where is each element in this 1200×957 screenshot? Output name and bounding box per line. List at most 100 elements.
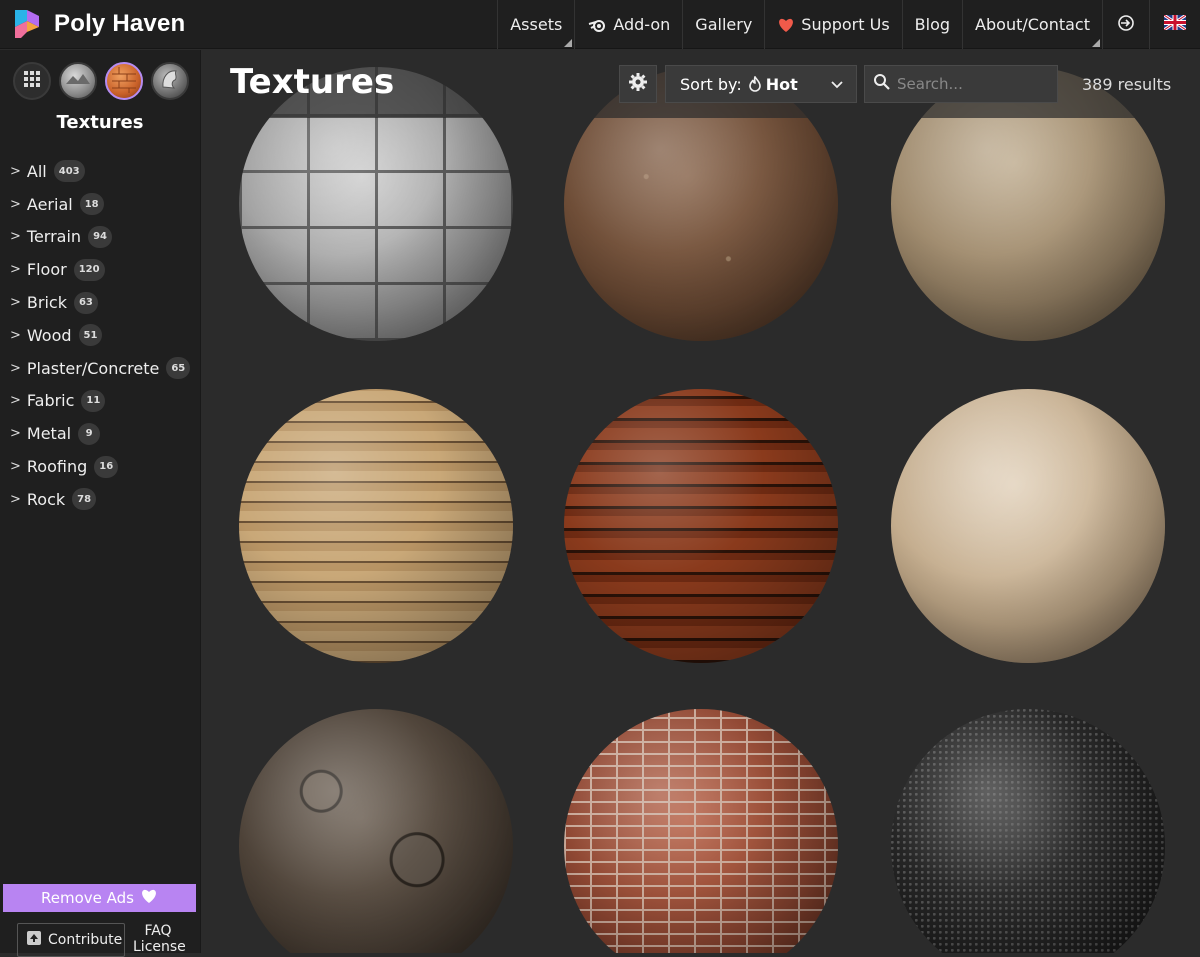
chevron-right-icon: >	[10, 426, 21, 442]
asset-type-selector	[0, 50, 200, 100]
category-label: Aerial	[26, 194, 73, 214]
category-count: 9	[78, 422, 101, 445]
chevron-right-icon: >	[10, 196, 21, 212]
nav-about[interactable]: About/Contact	[962, 0, 1102, 49]
grid-icon	[23, 70, 41, 92]
app-name: Poly Haven	[54, 10, 186, 37]
model-icon	[156, 65, 184, 97]
search-field	[864, 65, 1058, 103]
category-count: 94	[88, 225, 112, 248]
category-rock[interactable]: > Rock 78	[0, 483, 200, 516]
category-label: Rock	[26, 489, 66, 509]
remove-ads-button[interactable]: Remove Ads	[3, 884, 196, 912]
nav-assets-label: Assets	[510, 15, 563, 34]
category-count: 78	[72, 488, 97, 511]
texture-thumbnail-old-wood[interactable]	[239, 389, 513, 663]
hdri-icon	[63, 64, 93, 98]
upload-icon	[26, 930, 42, 950]
nav-gallery[interactable]: Gallery	[682, 0, 764, 49]
texture-thumbnail-dark-wood[interactable]	[564, 389, 838, 663]
category-label: All	[26, 161, 47, 181]
category-label: Roofing	[26, 457, 88, 477]
all-assets-button[interactable]	[13, 62, 51, 100]
sort-value: Hot	[765, 74, 798, 94]
sort-label: Sort by:	[680, 74, 742, 94]
search-input[interactable]	[897, 75, 1047, 93]
heart-icon	[140, 888, 158, 908]
category-plaster-concrete[interactable]: > Plaster/Concrete 65	[0, 352, 200, 385]
page-title: Textures	[230, 62, 395, 102]
remove-ads-label: Remove Ads	[41, 889, 134, 907]
category-floor[interactable]: > Floor 120	[0, 253, 200, 286]
main-nav: Assets Add-on Gallery Support Us Blog Ab…	[497, 0, 1200, 49]
category-fabric[interactable]: > Fabric 11	[0, 385, 200, 418]
uk-flag-icon	[1163, 13, 1187, 34]
contribute-button[interactable]: Contribute	[17, 923, 125, 957]
nav-assets[interactable]: Assets	[497, 0, 574, 49]
chevron-right-icon: >	[10, 393, 21, 409]
category-count: 403	[53, 160, 85, 183]
chevron-right-icon: >	[10, 459, 21, 475]
results-count: 389 results	[1082, 75, 1172, 94]
nav-about-label: About/Contact	[975, 15, 1090, 34]
category-label: Brick	[26, 293, 67, 313]
nav-blog[interactable]: Blog	[901, 0, 962, 49]
chevron-right-icon: >	[10, 229, 21, 245]
category-brick[interactable]: > Brick 63	[0, 286, 200, 319]
blender-icon	[587, 17, 607, 33]
texture-thumbnail-light-wood[interactable]	[891, 389, 1165, 663]
texture-thumbnail-red-brick[interactable]	[564, 709, 838, 953]
texture-thumbnail-black-gravel[interactable]	[891, 709, 1165, 953]
category-terrain[interactable]: > Terrain 94	[0, 221, 200, 254]
category-count: 18	[79, 193, 104, 216]
sidebar-title: Textures	[56, 112, 144, 133]
chevron-right-icon: >	[10, 327, 21, 343]
chevron-right-icon: >	[10, 360, 21, 376]
category-label: Metal	[26, 424, 72, 444]
sort-dropdown[interactable]: Sort by: Hot	[665, 65, 857, 103]
language-button[interactable]	[1149, 0, 1200, 49]
texture-thumbnail-rock-pavement[interactable]	[239, 709, 513, 953]
main-content: Textures Sort by: Hot 389 results	[202, 50, 1200, 953]
category-roofing[interactable]: > Roofing 16	[0, 450, 200, 483]
nav-gallery-label: Gallery	[695, 15, 753, 34]
contribute-label: Contribute	[48, 932, 123, 948]
category-count: 120	[73, 258, 105, 281]
dropdown-corner-icon	[564, 39, 573, 47]
category-label: Terrain	[26, 227, 82, 247]
nav-addon[interactable]: Add-on	[574, 0, 682, 49]
category-count: 63	[73, 291, 98, 314]
sidebar: Textures > All 403 > Aerial 18 > Terrain 94 > F…	[0, 50, 201, 957]
login-icon	[1117, 14, 1135, 36]
category-metal[interactable]: > Metal 9	[0, 417, 200, 450]
chevron-right-icon: >	[10, 491, 21, 507]
gear-icon	[628, 72, 648, 96]
settings-button[interactable]	[619, 65, 657, 103]
textures-button[interactable]	[105, 62, 143, 100]
category-wood[interactable]: > Wood 51	[0, 319, 200, 352]
top-bar: Poly Haven Assets Add-on Gallery Support…	[0, 0, 1200, 49]
login-button[interactable]	[1102, 0, 1149, 49]
category-label: Floor	[26, 260, 67, 280]
chevron-right-icon: >	[10, 163, 21, 179]
poly-haven-logo-icon	[15, 10, 39, 38]
fire-icon	[748, 76, 762, 92]
category-label: Plaster/Concrete	[26, 358, 160, 378]
hdri-button[interactable]	[59, 62, 97, 100]
dropdown-corner-icon	[1092, 39, 1100, 47]
category-all[interactable]: > All 403	[0, 155, 200, 188]
category-count: 51	[78, 324, 103, 347]
category-label: Wood	[26, 325, 72, 345]
footer-links: FAQ License	[133, 923, 186, 955]
nav-support[interactable]: Support Us	[764, 0, 901, 49]
category-count: 16	[94, 455, 119, 478]
nav-addon-label: Add-on	[613, 15, 671, 34]
heart-icon	[777, 17, 795, 33]
search-icon	[873, 73, 891, 95]
logo[interactable]: Poly Haven	[0, 0, 185, 49]
faq-link[interactable]: FAQ	[133, 923, 183, 939]
category-label: Fabric	[26, 391, 75, 411]
chevron-down-icon	[830, 76, 844, 95]
models-button[interactable]	[151, 62, 189, 100]
category-aerial[interactable]: > Aerial 18	[0, 188, 200, 221]
